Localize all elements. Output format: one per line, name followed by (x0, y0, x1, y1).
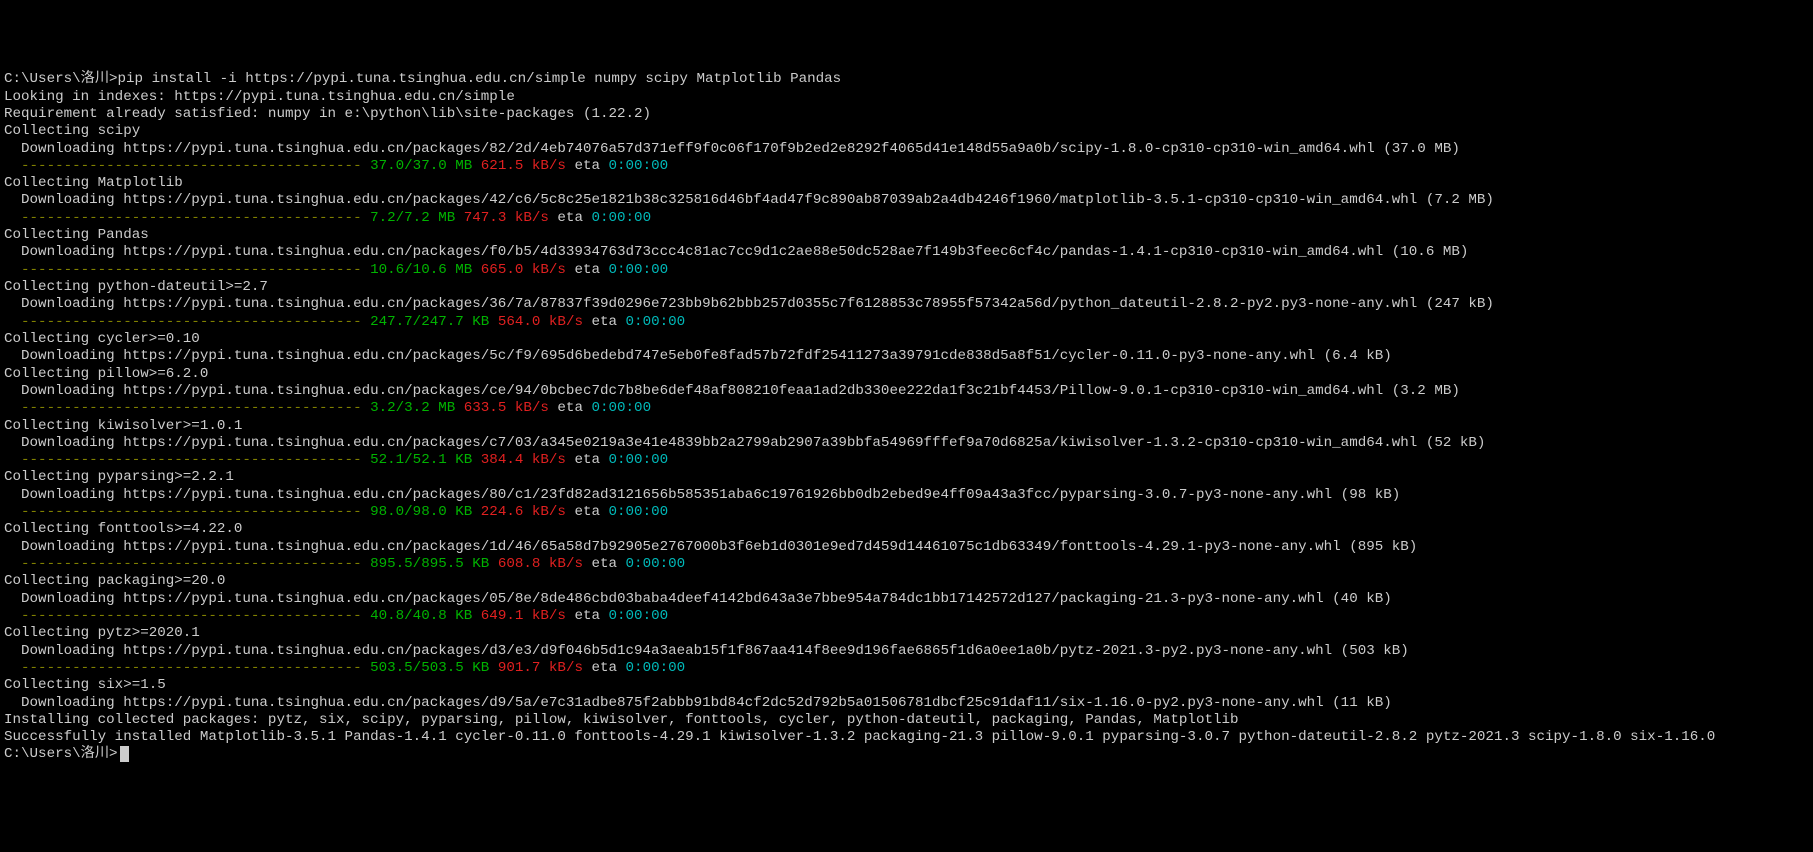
progress-speed: 384.4 kB/s (481, 452, 566, 468)
progress-bar: ---------------------------------------- (4, 660, 370, 676)
progress-line: ----------------------------------------… (4, 314, 1809, 331)
progress-eta: 0:00:00 (591, 400, 651, 416)
progress-line: ----------------------------------------… (4, 660, 1809, 677)
progress-eta: 0:00:00 (609, 262, 669, 278)
progress-amount: 7.2/7.2 MB (370, 210, 455, 226)
collecting-line: Collecting kiwisolver>=1.0.1 (4, 418, 1809, 435)
progress-speed: 901.7 kB/s (498, 660, 583, 676)
progress-speed: 665.0 kB/s (481, 262, 566, 278)
collecting-line: Collecting scipy (4, 123, 1809, 140)
command-text: pip install -i https://pypi.tuna.tsinghu… (118, 71, 842, 87)
progress-eta: 0:00:00 (609, 452, 669, 468)
progress-eta: 0:00:00 (626, 314, 686, 330)
progress-amount: 40.8/40.8 KB (370, 608, 472, 624)
progress-speed: 608.8 kB/s (498, 556, 583, 572)
prompt-path: C:\Users\洛川> (4, 71, 118, 87)
downloading-line: Downloading https://pypi.tuna.tsinghua.e… (4, 591, 1809, 608)
collecting-line: Collecting python-dateutil>=2.7 (4, 279, 1809, 296)
downloading-line: Downloading https://pypi.tuna.tsinghua.e… (4, 383, 1809, 400)
downloading-line: Downloading https://pypi.tuna.tsinghua.e… (4, 695, 1809, 712)
downloading-line: Downloading https://pypi.tuna.tsinghua.e… (4, 244, 1809, 261)
progress-amount: 98.0/98.0 KB (370, 504, 472, 520)
downloading-line: Downloading https://pypi.tuna.tsinghua.e… (4, 348, 1809, 365)
progress-amount: 895.5/895.5 KB (370, 556, 489, 572)
progress-line: ----------------------------------------… (4, 400, 1809, 417)
downloading-line: Downloading https://pypi.tuna.tsinghua.e… (4, 487, 1809, 504)
progress-bar: ---------------------------------------- (4, 314, 370, 330)
progress-speed: 621.5 kB/s (481, 158, 566, 174)
collecting-line: Collecting Matplotlib (4, 175, 1809, 192)
progress-line: ----------------------------------------… (4, 504, 1809, 521)
collecting-line: Collecting cycler>=0.10 (4, 331, 1809, 348)
progress-bar: ---------------------------------------- (4, 608, 370, 624)
downloading-line: Downloading https://pypi.tuna.tsinghua.e… (4, 141, 1809, 158)
progress-speed: 224.6 kB/s (481, 504, 566, 520)
collecting-line: Collecting six>=1.5 (4, 677, 1809, 694)
progress-eta: 0:00:00 (591, 210, 651, 226)
downloading-line: Downloading https://pypi.tuna.tsinghua.e… (4, 192, 1809, 209)
cursor (120, 746, 129, 762)
command-line: C:\Users\洛川>pip install -i https://pypi.… (4, 71, 1809, 88)
downloading-line: Downloading https://pypi.tuna.tsinghua.e… (4, 643, 1809, 660)
progress-bar: ---------------------------------------- (4, 452, 370, 468)
downloading-line: Downloading https://pypi.tuna.tsinghua.e… (4, 296, 1809, 313)
progress-amount: 37.0/37.0 MB (370, 158, 472, 174)
progress-line: ----------------------------------------… (4, 452, 1809, 469)
progress-amount: 503.5/503.5 KB (370, 660, 489, 676)
collecting-line: Collecting pillow>=6.2.0 (4, 366, 1809, 383)
progress-line: ----------------------------------------… (4, 158, 1809, 175)
progress-eta: 0:00:00 (609, 608, 669, 624)
terminal-output[interactable]: C:\Users\洛川>pip install -i https://pypi.… (4, 71, 1809, 764)
progress-eta: 0:00:00 (626, 660, 686, 676)
progress-speed: 633.5 kB/s (464, 400, 549, 416)
progress-amount: 52.1/52.1 KB (370, 452, 472, 468)
progress-bar: ---------------------------------------- (4, 556, 370, 572)
progress-eta: 0:00:00 (609, 158, 669, 174)
progress-bar: ---------------------------------------- (4, 504, 370, 520)
collecting-line: Collecting pyparsing>=2.2.1 (4, 469, 1809, 486)
progress-bar: ---------------------------------------- (4, 158, 370, 174)
progress-amount: 10.6/10.6 MB (370, 262, 472, 278)
progress-eta: 0:00:00 (626, 556, 686, 572)
collecting-line: Collecting fonttools>=4.22.0 (4, 521, 1809, 538)
progress-eta: 0:00:00 (609, 504, 669, 520)
progress-speed: 649.1 kB/s (481, 608, 566, 624)
collecting-line: Collecting Pandas (4, 227, 1809, 244)
collecting-line: Collecting pytz>=2020.1 (4, 625, 1809, 642)
progress-bar: ---------------------------------------- (4, 262, 370, 278)
progress-speed: 747.3 kB/s (464, 210, 549, 226)
progress-speed: 564.0 kB/s (498, 314, 583, 330)
progress-line: ----------------------------------------… (4, 608, 1809, 625)
downloading-line: Downloading https://pypi.tuna.tsinghua.e… (4, 539, 1809, 556)
looking-indexes: Looking in indexes: https://pypi.tuna.ts… (4, 89, 1809, 106)
prompt-line[interactable]: C:\Users\洛川> (4, 746, 1809, 763)
progress-line: ----------------------------------------… (4, 556, 1809, 573)
collecting-line: Collecting packaging>=20.0 (4, 573, 1809, 590)
installing-line: Installing collected packages: pytz, six… (4, 712, 1809, 729)
progress-bar: ---------------------------------------- (4, 400, 370, 416)
progress-line: ----------------------------------------… (4, 262, 1809, 279)
progress-line: ----------------------------------------… (4, 210, 1809, 227)
success-line: Successfully installed Matplotlib-3.5.1 … (4, 729, 1809, 746)
prompt-path: C:\Users\洛川> (4, 746, 118, 762)
downloading-line: Downloading https://pypi.tuna.tsinghua.e… (4, 435, 1809, 452)
progress-amount: 3.2/3.2 MB (370, 400, 455, 416)
requirement-satisfied: Requirement already satisfied: numpy in … (4, 106, 1809, 123)
progress-bar: ---------------------------------------- (4, 210, 370, 226)
progress-amount: 247.7/247.7 KB (370, 314, 489, 330)
